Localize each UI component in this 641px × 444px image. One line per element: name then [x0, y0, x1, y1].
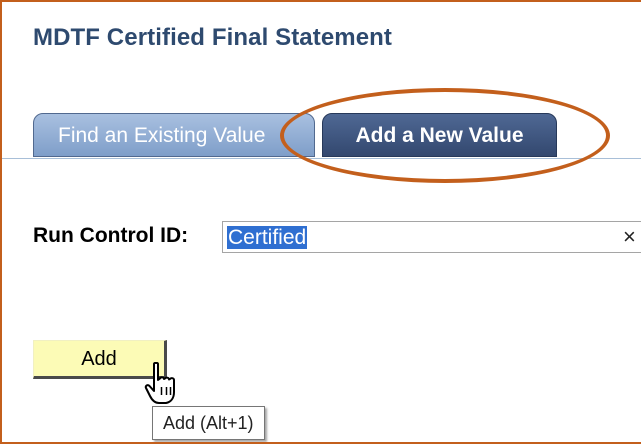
tab-add-new-value[interactable]: Add a New Value — [322, 113, 557, 157]
run-control-id-label: Run Control ID: — [33, 224, 189, 247]
clear-x-icon[interactable]: × — [623, 224, 636, 250]
screenshot-frame: MDTF Certified Final Statement Find an E… — [0, 0, 641, 444]
tab-underline-rule — [2, 158, 641, 159]
page-title: MDTF Certified Final Statement — [33, 24, 393, 51]
tab-find-existing-value-label: Find an Existing Value — [58, 124, 266, 147]
run-control-id-input[interactable]: Certified — [222, 221, 641, 253]
tab-add-new-value-label: Add a New Value — [355, 124, 524, 147]
tab-find-existing-value[interactable]: Find an Existing Value — [33, 113, 315, 157]
run-control-id-value: Certified — [227, 226, 308, 249]
add-button-tooltip: Add (Alt+1) — [152, 406, 265, 440]
add-button-label: Add — [81, 348, 117, 370]
hand-pointer-icon — [144, 362, 175, 404]
